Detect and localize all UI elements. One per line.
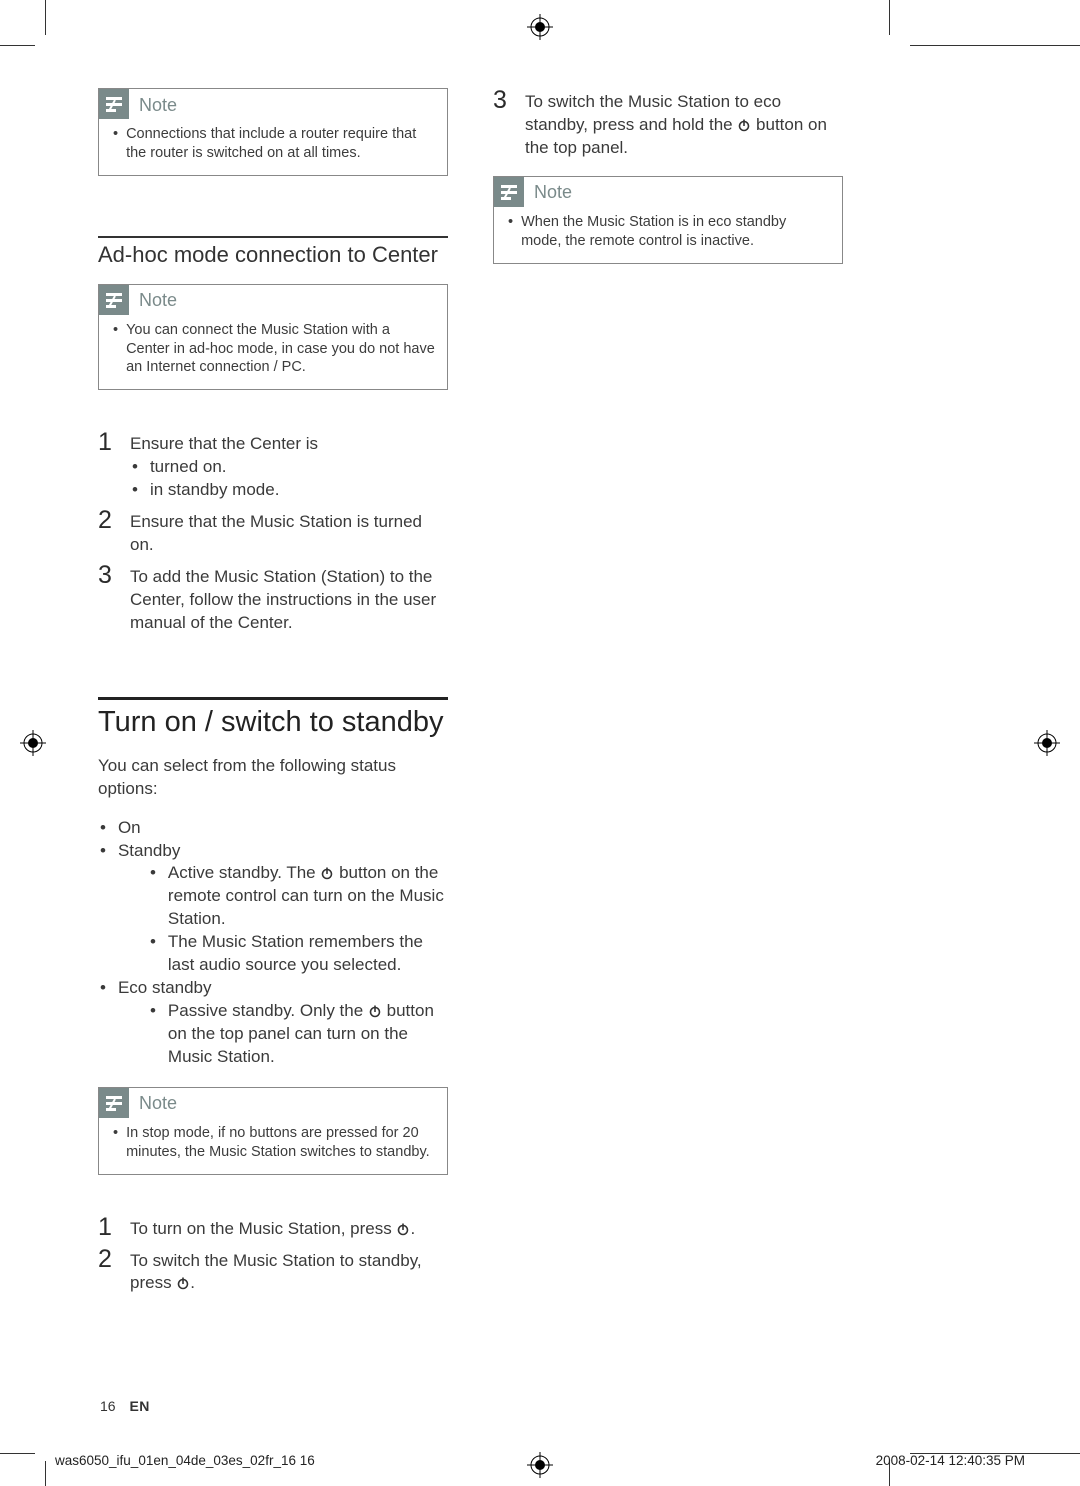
step-number: 3 (493, 88, 511, 160)
registration-mark-icon (1034, 730, 1060, 756)
slug-timestamp: 2008-02-14 12:40:35 PM (876, 1453, 1025, 1468)
step-number: 3 (98, 563, 116, 635)
registration-mark-icon (527, 14, 553, 40)
step-text: Ensure that the Music Station is turned … (130, 508, 448, 557)
note-box: Note In stop mode, if no buttons are pre… (98, 1087, 448, 1175)
list-item: The Music Station remembers the last aud… (148, 931, 448, 977)
power-icon (396, 1220, 410, 1234)
step-number: 1 (98, 1215, 116, 1241)
heading-adhoc: Ad-hoc mode connection to Center (98, 236, 448, 268)
note-icon (494, 177, 524, 207)
note-label: Note (139, 93, 177, 116)
note-text: When the Music Station is in eco standby… (506, 213, 830, 251)
list-item: On (98, 817, 448, 840)
note-icon (99, 285, 129, 315)
heading-turnon: Turn on / switch to standby (98, 697, 448, 739)
slug-filename: was6050_ifu_01en_04de_03es_02fr_16 16 (55, 1453, 315, 1468)
note-label: Note (534, 180, 572, 203)
step-text: To switch the Music Station to eco stand… (525, 88, 843, 160)
slugline: was6050_ifu_01en_04de_03es_02fr_16 16 20… (55, 1453, 1025, 1468)
list-item: Eco standby Passive standby. Only the bu… (98, 977, 448, 1069)
steps-list: 3 To switch the Music Station to eco sta… (493, 88, 843, 160)
list-item: Active standby. The button on the remote… (148, 862, 448, 931)
step-text: To switch the Music Station to standby, … (130, 1247, 448, 1296)
list-item: turned on. (130, 456, 318, 479)
note-box: Note You can connect the Music Station w… (98, 284, 448, 391)
note-text: In stop mode, if no buttons are pressed … (111, 1124, 435, 1162)
step-number: 1 (98, 430, 116, 502)
note-label: Note (139, 288, 177, 311)
step-text: To add the Music Station (Station) to th… (130, 563, 448, 635)
step-number: 2 (98, 508, 116, 557)
steps-list: 1 Ensure that the Center is turned on. i… (98, 430, 448, 635)
power-icon (176, 1274, 190, 1288)
step-number: 2 (98, 1247, 116, 1296)
power-icon (320, 864, 334, 878)
registration-mark-icon (20, 730, 46, 756)
list-item: Standby Active standby. The button on th… (98, 840, 448, 978)
power-icon (737, 116, 751, 130)
page-number: 16 (100, 1398, 116, 1414)
paragraph: You can select from the following status… (98, 755, 448, 801)
note-box: Note Connections that include a router r… (98, 88, 448, 176)
note-icon (99, 89, 129, 119)
note-icon (99, 1088, 129, 1118)
step-text: To turn on the Music Station, press . (130, 1215, 415, 1241)
options-list: On Standby Active standby. The button on… (98, 817, 448, 1069)
note-label: Note (139, 1091, 177, 1114)
note-box: Note When the Music Station is in eco st… (493, 176, 843, 264)
language-code: EN (129, 1398, 149, 1414)
step-text: Ensure that the Center is (130, 433, 318, 456)
list-item: in standby mode. (130, 479, 318, 502)
note-text: Connections that include a router requir… (111, 125, 435, 163)
page-footer: 16 EN (100, 1398, 150, 1414)
power-icon (368, 1002, 382, 1016)
note-text: You can connect the Music Station with a… (111, 321, 435, 378)
list-item: Passive standby. Only the button on the … (148, 1000, 448, 1069)
steps-list: 1 To turn on the Music Station, press . … (98, 1215, 448, 1296)
